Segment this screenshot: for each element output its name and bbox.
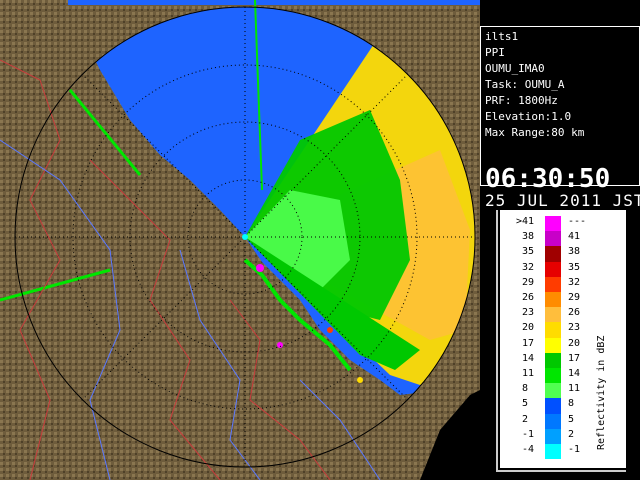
legend-lower-label: 38 xyxy=(522,231,535,243)
legend-upper-label: 29 xyxy=(568,292,581,303)
legend-color-swatch xyxy=(545,246,561,262)
legend-color-swatch xyxy=(545,398,561,414)
legend-lower-label: -1 xyxy=(522,428,535,440)
legend-upper-label: 32 xyxy=(568,276,581,288)
legend-color-swatch xyxy=(545,368,561,384)
reflectivity-legend: >41 --- 38 41 35 38 32 35 29 32 26 29 23 26 20 23 17 20 14… xyxy=(498,208,628,470)
legend-color-swatch xyxy=(545,231,561,247)
legend-color-swatch xyxy=(545,444,561,460)
legend-upper-label: 11 xyxy=(568,383,581,395)
legend-upper-label: 8 xyxy=(568,398,575,410)
legend-upper-label: 23 xyxy=(568,322,581,334)
legend-upper-label: 14 xyxy=(568,368,581,379)
legend-lower-label: >41 xyxy=(516,216,535,227)
legend-lower-label: 23 xyxy=(522,307,535,319)
prf-value: PRF: 1800Hz xyxy=(485,94,558,107)
legend-upper-label: 35 xyxy=(568,261,581,273)
legend-lower-label: 5 xyxy=(522,398,529,410)
legend-upper-label: 5 xyxy=(568,413,575,425)
scan-type: PPI xyxy=(485,46,505,59)
legend-lower-label: 35 xyxy=(522,246,535,258)
legend-upper-label: 20 xyxy=(568,337,581,349)
site-name: ilts1 xyxy=(485,30,519,43)
radar-site-marker xyxy=(242,234,248,240)
legend-color-swatch xyxy=(545,276,561,292)
sea-outside-coverage xyxy=(68,0,480,5)
legend-upper-label: 17 xyxy=(568,352,581,364)
legend-upper-label: 2 xyxy=(568,428,575,440)
task-name: Task: OUMU_A xyxy=(485,78,565,91)
legend-color-swatch xyxy=(545,413,561,429)
legend-lower-label: 8 xyxy=(522,383,529,395)
legend-upper-label: -1 xyxy=(568,444,581,455)
legend-lower-label: 32 xyxy=(522,261,535,273)
legend-color-swatch xyxy=(545,261,561,277)
legend-color-swatch xyxy=(545,383,561,399)
legend-color-swatch xyxy=(545,337,561,353)
legend-lower-label: 29 xyxy=(522,276,535,288)
legend-lower-label: 26 xyxy=(522,292,535,303)
elevation-value: Elevation:1.0 xyxy=(485,110,572,123)
legend-upper-label: 26 xyxy=(568,307,581,319)
legend-color-swatch xyxy=(545,352,561,368)
legend-unit-text: Reflectivity in dBZ xyxy=(596,336,607,450)
legend-lower-label: -4 xyxy=(522,444,535,455)
observation-time: 06:30:50 xyxy=(485,164,611,194)
legend-color-swatch xyxy=(545,292,561,308)
legend-lower-label: 20 xyxy=(522,322,535,334)
legend-color-swatch xyxy=(545,307,561,323)
volume-name: OUMU_IMA0 xyxy=(485,62,545,75)
legend-color-swatch xyxy=(545,428,561,444)
radar-info-panel: ilts1 PPI OUMU_IMA0 Task: OUMU_A PRF: 18… xyxy=(480,26,640,210)
legend-lower-label: 17 xyxy=(522,337,535,349)
legend-lower-label: 14 xyxy=(522,352,535,364)
legend-unit-label: Reflectivity in dBZ xyxy=(596,336,607,450)
legend-color-swatch xyxy=(545,216,561,232)
legend-upper-label: --- xyxy=(568,216,587,227)
legend-upper-label: 38 xyxy=(568,246,581,258)
legend-color-swatch xyxy=(545,322,561,338)
legend-lower-label: 11 xyxy=(522,368,535,379)
max-range-value: Max Range:80 km xyxy=(485,126,585,139)
legend-upper-label: 41 xyxy=(568,231,581,243)
radar-ppi-map xyxy=(0,0,480,480)
legend-lower-label: 2 xyxy=(522,413,529,425)
